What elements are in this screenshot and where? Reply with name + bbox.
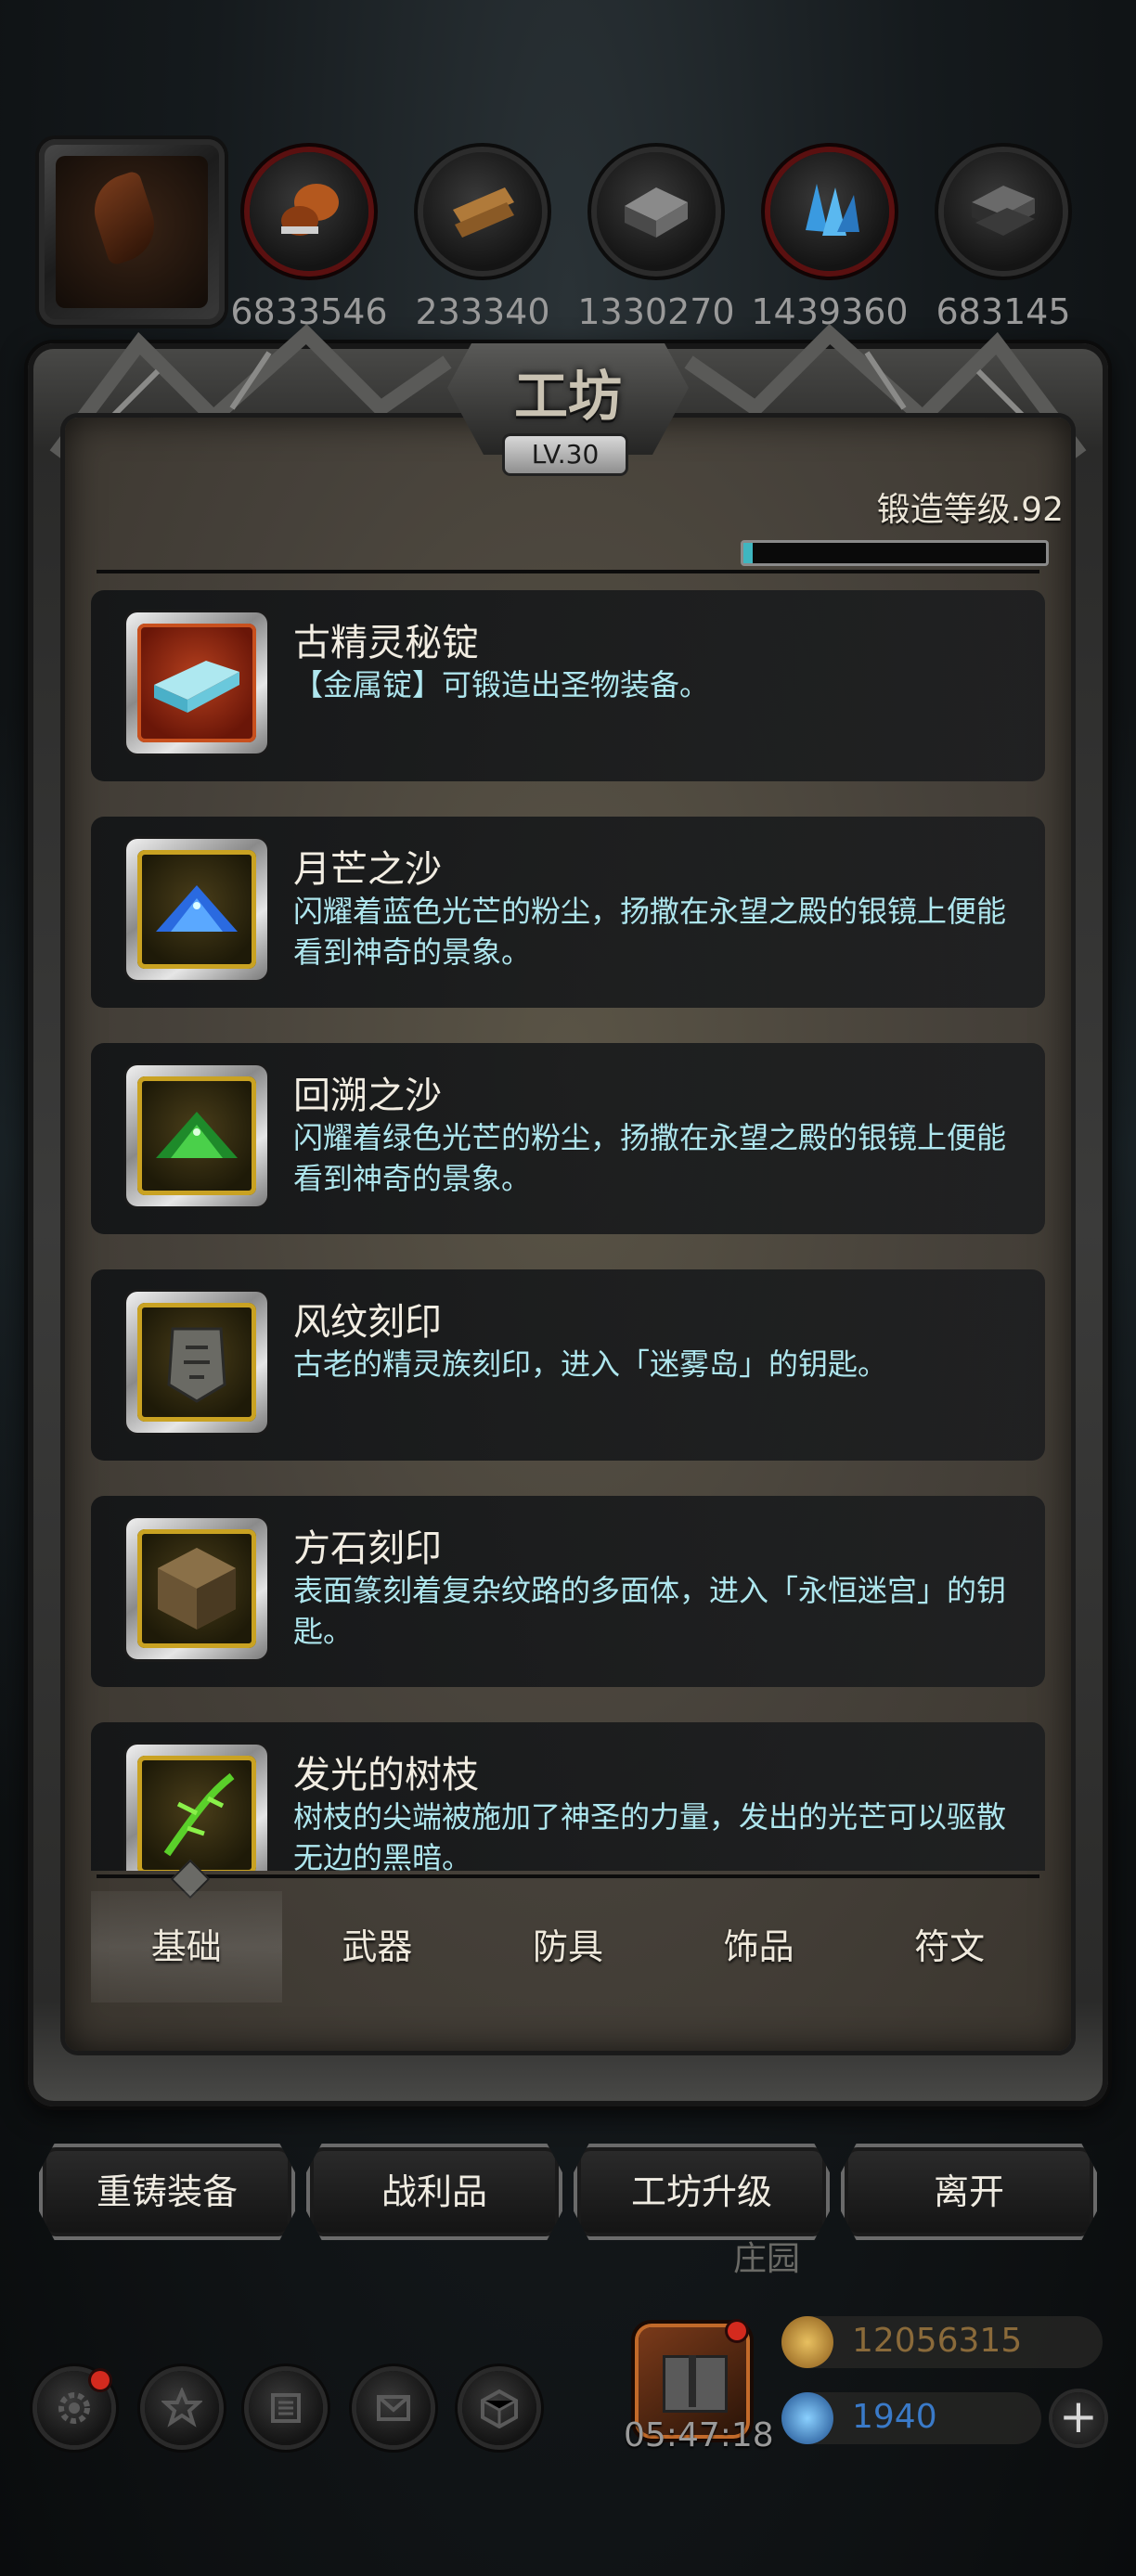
item-name: 古精灵秘锭 [293,622,479,664]
item-description: 闪耀着蓝色光芒的粉尘，扬撒在永望之殿的银镜上便能看到神奇的景象。 [293,894,1007,970]
gold-coin-icon [781,2316,833,2368]
notification-dot [91,2371,110,2389]
list-item[interactable]: 发光的树枝 树枝的尖端被施加了神圣的力量，发出的光芒可以驱散无边的黑暗。 [91,1722,1045,1871]
cube-icon [481,2389,518,2428]
settings-gear-icon [58,2392,90,2424]
resource-iron[interactable]: 1330270 [577,152,735,332]
resource-steel[interactable]: 683145 [936,152,1071,332]
crest-icon [271,2393,301,2423]
crest-button[interactable] [249,2371,323,2445]
leave-button[interactable]: 离开 [841,2144,1097,2240]
item-slot [126,1745,267,1871]
forge-progress-bar [741,540,1049,566]
gold-currency[interactable]: 12056315 [781,2316,1103,2368]
badge-button[interactable] [145,2371,219,2445]
divider [97,570,1039,573]
manor-label: 庄园 [733,2240,801,2278]
item-name: 方石刻印 [293,1527,442,1570]
green-sand-icon [156,1112,238,1158]
tab-armor[interactable]: 防具 [472,1891,664,2003]
rune-plate-icon [167,1327,226,1403]
badge-icon [161,2388,202,2428]
glowing-branch-icon [163,1772,235,1857]
item-slot [126,1518,267,1659]
character-portrait[interactable] [39,139,225,325]
item-description: 树枝的尖端被施加了神圣的力量，发出的光芒可以驱散无边的黑暗。 [293,1799,1007,1871]
panel-title: 工坊 [513,365,622,428]
gold-amount: 12056315 [852,2322,1023,2360]
resource-wood[interactable]: 233340 [415,152,550,332]
item-slot [126,839,267,980]
item-description: 表面篆刻着复杂纹路的多面体，进入「永恒迷宫」的钥匙。 [293,1573,1007,1649]
resource-bar: 6833546 233340 1330270 1439360 683145 [0,139,1136,332]
workshop-panel: 工坊 LV.30 锻造等级.92 古精灵秘锭 【金属锭】可锻造出圣物装备。 月芒… [28,323,1108,2106]
iron-ingot-icon [625,187,688,238]
cube-button[interactable] [462,2371,536,2445]
settings-button[interactable] [37,2371,111,2445]
tab-accessories[interactable]: 饰品 [664,1891,855,2003]
item-description: 闪耀着绿色光芒的粉尘，扬撒在永望之殿的银镜上便能看到神奇的景象。 [293,1120,1007,1196]
blue-crystal-icon [806,184,859,236]
item-description: 古老的精灵族刻印，进入「迷雾岛」的钥匙。 [293,1346,888,1382]
level-badge: LV.30 [505,436,626,473]
gem-amount: 1940 [852,2398,937,2436]
forge-level-label: 锻造等级.92 [876,491,1064,529]
item-name: 月芒之沙 [293,848,442,891]
item-slot [126,1292,267,1433]
item-slot [126,612,267,753]
list-item[interactable]: 月芒之沙 闪耀着蓝色光芒的粉尘，扬撒在永望之殿的银镜上便能看到神奇的景象。 [91,817,1045,1008]
gem-icon [781,2392,833,2444]
list-item[interactable]: 回溯之沙 闪耀着绿色光芒的粉尘，扬撒在永望之殿的银镜上便能看到神奇的景象。 [91,1043,1045,1234]
gem-currency[interactable]: 1940 [781,2392,1041,2444]
item-slot [126,1065,267,1206]
tab-runes[interactable]: 符文 [854,1891,1045,2003]
add-currency-button[interactable]: + [1052,2392,1104,2444]
recast-equipment-button[interactable]: 重铸装备 [39,2144,295,2240]
item-list[interactable]: 古精灵秘锭 【金属锭】可锻造出圣物装备。 月芒之沙 闪耀着蓝色光芒的粉尘，扬撒在… [91,590,1045,1871]
mail-button[interactable] [356,2371,431,2445]
resource-leather[interactable]: 6833546 [230,152,388,332]
blue-sand-icon [156,885,238,932]
item-description: 【金属锭】可锻造出圣物装备。 [293,667,710,702]
list-item[interactable]: 风纹刻印 古老的精灵族刻印，进入「迷雾岛」的钥匙。 [91,1269,1045,1461]
workshop-upgrade-button[interactable]: 工坊升级 [574,2144,830,2240]
stone-cube-icon [158,1548,236,1629]
category-tabs: 基础 武器 防具 饰品 符文 [91,1891,1045,2003]
forge-progress-fill [743,543,753,563]
item-name: 风纹刻印 [293,1301,442,1344]
ingot-icon [154,661,239,713]
gift-timer: 05:47:18 [624,2416,774,2454]
list-item[interactable]: 方石刻印 表面篆刻着复杂纹路的多面体，进入「永恒迷宫」的钥匙。 [91,1496,1045,1687]
tab-weapons[interactable]: 武器 [282,1891,473,2003]
notification-dot [728,2322,746,2340]
mail-icon [377,2395,410,2421]
divider [97,1874,1039,1878]
resource-crystal[interactable]: 1439360 [751,152,909,332]
action-bar: 重铸装备 战利品 工坊升级 离开 [39,2144,1097,2246]
wood-planks-icon [453,187,514,238]
item-name: 回溯之沙 [293,1075,442,1117]
item-name: 发光的树枝 [293,1754,479,1797]
steel-ingot-icon [972,186,1035,236]
list-item[interactable]: 古精灵秘锭 【金属锭】可锻造出圣物装备。 [91,590,1045,781]
tab-basic[interactable]: 基础 [91,1891,282,2003]
leather-icon [281,184,339,236]
loot-button[interactable]: 战利品 [306,2144,562,2240]
